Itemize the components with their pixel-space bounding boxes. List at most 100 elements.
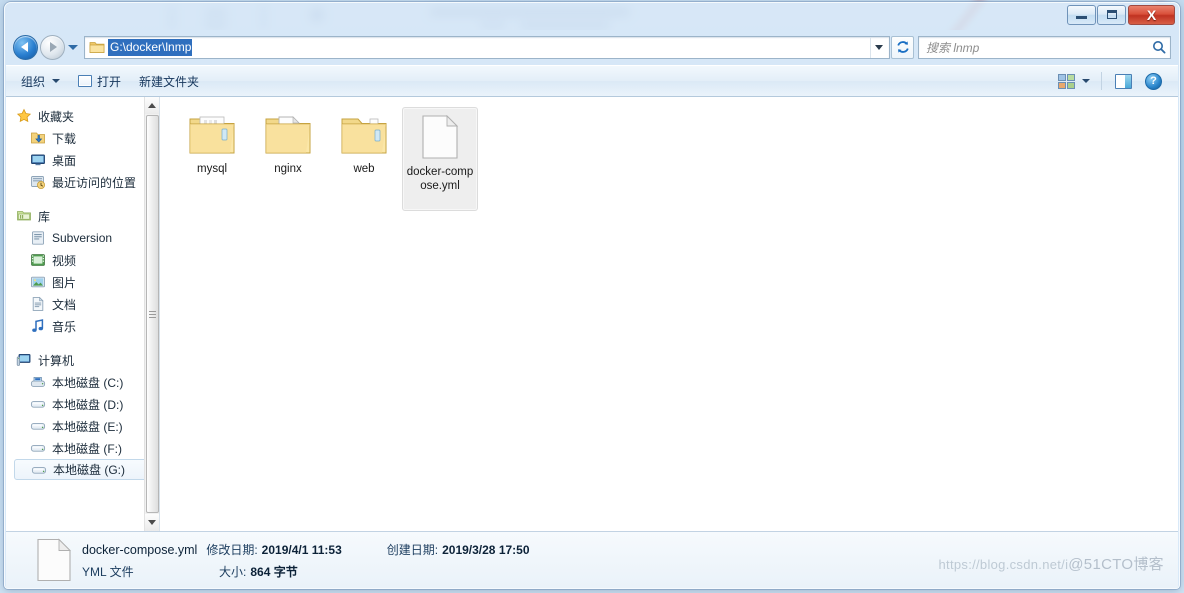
- close-button[interactable]: X: [1128, 4, 1175, 25]
- sidebar-item-label: 文档: [52, 297, 77, 312]
- maximize-button[interactable]: [1097, 4, 1126, 25]
- sidebar-item-label: 本地磁盘 (G:): [53, 463, 125, 477]
- address-bar[interactable]: G:\docker\lnmp: [84, 35, 890, 59]
- minimize-button[interactable]: [1067, 4, 1096, 25]
- scrollbar-thumb[interactable]: [145, 115, 159, 513]
- details-pane: docker-compose.yml 修改日期: 2019/4/1 11:53 …: [6, 531, 1178, 588]
- music-icon: [30, 318, 46, 334]
- file-item-label: nginx: [274, 163, 302, 175]
- system-drive-icon: [30, 374, 46, 390]
- open-button[interactable]: 打开: [69, 69, 130, 93]
- chevron-down-icon: [52, 79, 61, 83]
- sidebar-item-label: 本地磁盘 (C:): [52, 375, 124, 390]
- drive-icon: [30, 396, 46, 412]
- scrollbar-grip-icon: [148, 310, 156, 318]
- toolbar-right-group: ?: [1054, 69, 1172, 93]
- drive-icon: [31, 462, 47, 478]
- sidebar-group-label: 计算机: [38, 353, 75, 368]
- sidebar-group-computer[interactable]: 计算机: [6, 349, 159, 371]
- file-item-folder[interactable]: web: [326, 107, 402, 211]
- sidebar-group-favorites[interactable]: 收藏夹: [6, 105, 159, 127]
- open-label: 打开: [97, 74, 122, 89]
- sidebar-item-videos[interactable]: 视频: [6, 249, 159, 271]
- details-created-value: 2019/3/28 17:50: [442, 542, 530, 557]
- help-icon: ?: [1145, 72, 1162, 90]
- help-button[interactable]: ?: [1141, 69, 1166, 93]
- file-list[interactable]: mysql nginx web docker-compose.yml: [160, 97, 1178, 531]
- sidebar-item-desktop[interactable]: 桌面: [6, 149, 159, 171]
- details-file-name: docker-compose.yml: [82, 542, 198, 557]
- search-input[interactable]: 搜索 lnmp: [926, 39, 1152, 56]
- sidebar-group-libraries[interactable]: 库: [6, 205, 159, 227]
- sidebar-item-pictures[interactable]: 图片: [6, 271, 159, 293]
- sidebar-item-label: 本地磁盘 (F:): [52, 441, 122, 456]
- downloads-icon: [30, 130, 46, 146]
- forward-button[interactable]: [40, 34, 65, 60]
- chevron-down-icon: [875, 44, 883, 50]
- new-folder-button[interactable]: 新建文件夹: [130, 69, 208, 93]
- address-input[interactable]: G:\docker\lnmp: [108, 38, 193, 56]
- drive-icon: [30, 418, 46, 434]
- chevron-down-icon: [148, 520, 156, 525]
- recent-locations-button[interactable]: [65, 35, 81, 59]
- folder-icon: [265, 116, 311, 154]
- sidebar-item-label: 桌面: [52, 153, 77, 168]
- sidebar-item-label: Subversion: [52, 231, 113, 245]
- file-item-folder[interactable]: nginx: [250, 107, 326, 211]
- view-options-button[interactable]: [1054, 69, 1094, 93]
- navigation-pane[interactable]: 收藏夹 下载 桌面 最近访问的位置 库 Subversion 视频 图片 文档 …: [6, 97, 160, 531]
- preview-pane-button[interactable]: [1109, 69, 1138, 93]
- back-button[interactable]: [13, 34, 38, 60]
- sidebar-scrollbar[interactable]: [144, 97, 159, 531]
- documents-icon: [30, 296, 46, 312]
- sidebar-item-label: 本地磁盘 (E:): [52, 419, 123, 434]
- refresh-button[interactable]: [891, 35, 914, 59]
- organize-label: 组织: [21, 74, 46, 89]
- sidebar-group-label: 收藏夹: [38, 109, 75, 124]
- sidebar-item-label: 下载: [52, 131, 77, 146]
- maximize-icon: [1106, 10, 1117, 19]
- organize-button[interactable]: 组织: [12, 69, 69, 93]
- sidebar-item-downloads[interactable]: 下载: [6, 127, 159, 149]
- sidebar-item-label: 音乐: [52, 319, 77, 334]
- address-dropdown-button[interactable]: [870, 36, 887, 58]
- sidebar-item-drive-f[interactable]: 本地磁盘 (F:): [6, 437, 159, 459]
- sidebar-item-documents[interactable]: 文档: [6, 293, 159, 315]
- desktop-icon: [30, 152, 46, 168]
- drive-icon: [30, 440, 46, 456]
- details-modified-key: 修改日期:: [206, 542, 258, 557]
- command-toolbar: 组织 打开 新建文件夹 ?: [6, 65, 1178, 97]
- window-controls: X: [1066, 4, 1175, 25]
- sidebar-item-drive-g[interactable]: 本地磁盘 (G:): [14, 459, 153, 480]
- sidebar-item-drive-e[interactable]: 本地磁盘 (E:): [6, 415, 159, 437]
- close-icon: X: [1146, 6, 1157, 23]
- title-bar[interactable]: X: [5, 3, 1179, 29]
- chevron-down-icon: [68, 44, 78, 50]
- star-icon: [16, 108, 32, 124]
- details-size-key: 大小:: [219, 564, 247, 579]
- subversion-icon: [30, 230, 46, 246]
- sidebar-item-drive-d[interactable]: 本地磁盘 (D:): [6, 393, 159, 415]
- search-box[interactable]: 搜索 lnmp: [918, 35, 1171, 59]
- sidebar-item-subversion[interactable]: Subversion: [6, 227, 159, 249]
- minimize-icon: [1076, 16, 1087, 19]
- scroll-down-button[interactable]: [144, 514, 159, 531]
- scroll-up-button[interactable]: [144, 97, 159, 114]
- file-item-label: web: [353, 163, 375, 175]
- file-item-folder[interactable]: mysql: [174, 107, 250, 211]
- file-item-selected[interactable]: docker-compose.yml: [402, 107, 478, 211]
- chevron-down-icon: [1082, 79, 1090, 83]
- chevron-up-icon: [148, 103, 156, 108]
- file-type-icon: [36, 538, 72, 582]
- library-icon: [16, 208, 32, 224]
- sidebar-item-label: 本地磁盘 (D:): [52, 397, 124, 412]
- folder-icon: [89, 40, 105, 54]
- new-folder-label: 新建文件夹: [139, 74, 200, 89]
- view-options-icon: [1058, 73, 1075, 89]
- sidebar-item-recent-places[interactable]: 最近访问的位置: [6, 171, 159, 193]
- sidebar-item-music[interactable]: 音乐: [6, 315, 159, 337]
- yml-file-icon: [422, 114, 459, 159]
- sidebar-item-drive-c[interactable]: 本地磁盘 (C:): [6, 371, 159, 393]
